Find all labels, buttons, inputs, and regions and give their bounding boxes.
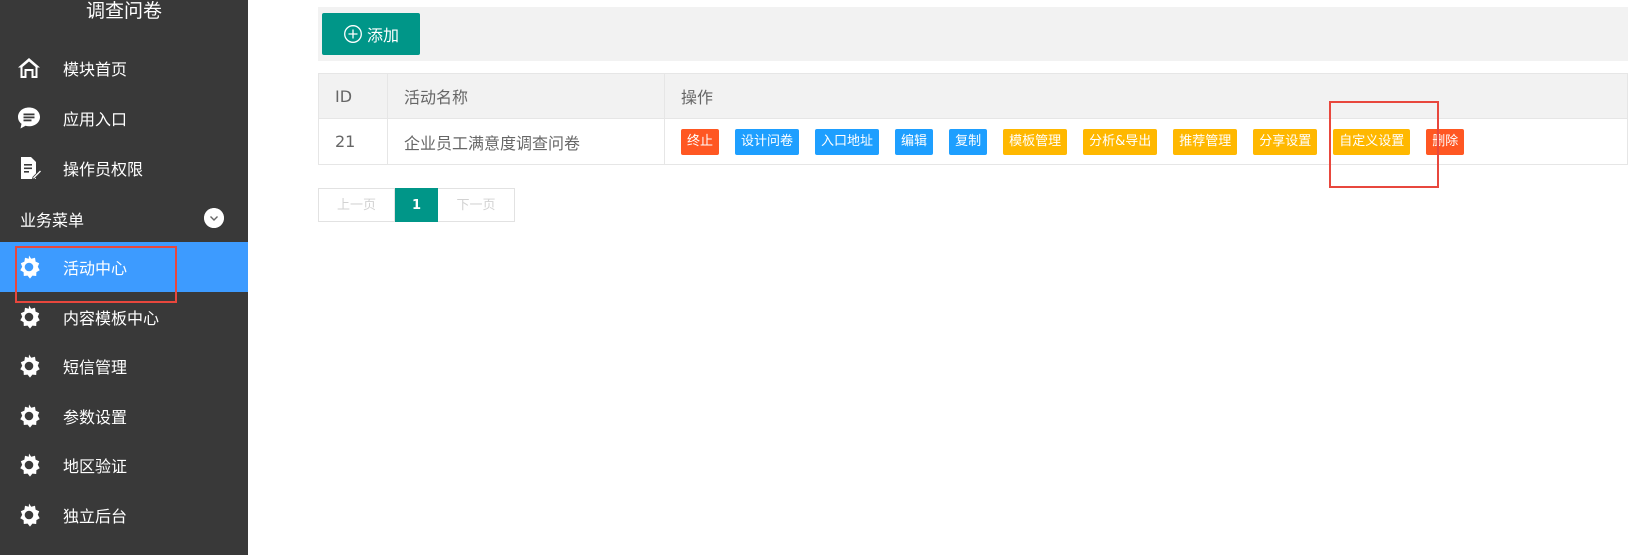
sidebar-item-parameters[interactable]: 参数设置: [0, 391, 248, 441]
cell-actions: 终止 设计问卷 入口地址 编辑 复制 模板管理 分析&导出 推荐管理 分享设置 …: [664, 118, 1628, 165]
sidebar-item-label: 独立后台: [63, 507, 128, 526]
main-content: 添加 ID 活动名称 操作 21 企业员工满意度调查问卷 终止 设计问卷 入口地…: [248, 0, 1628, 555]
stop-button[interactable]: 终止: [681, 128, 720, 155]
group-label: 业务菜单: [20, 211, 85, 230]
prev-page-button[interactable]: 上一页: [318, 188, 395, 222]
analyze-export-button[interactable]: 分析&导出: [1083, 128, 1158, 155]
sidebar-item-activity-center[interactable]: 活动中心: [0, 242, 248, 292]
table-row: 21 企业员工满意度调查问卷 终止 设计问卷 入口地址 编辑 复制 模板管理 分…: [318, 118, 1628, 165]
sidebar-item-app-entry[interactable]: 应用入口: [0, 93, 248, 143]
column-header-actions: 操作: [664, 73, 1628, 119]
add-button-label: 添加: [366, 28, 399, 45]
sidebar-item-label: 操作员权限: [63, 160, 144, 179]
template-manage-button[interactable]: 模板管理: [1003, 128, 1068, 155]
sidebar-item-label: 活动中心: [63, 259, 128, 278]
plus-circle-icon: [344, 25, 362, 43]
gear-icon: [20, 305, 40, 329]
next-page-button[interactable]: 下一页: [438, 188, 515, 222]
share-settings-button[interactable]: 分享设置: [1253, 128, 1318, 155]
current-page-button[interactable]: 1: [395, 188, 438, 222]
gear-icon: [20, 453, 40, 477]
entry-url-button[interactable]: 入口地址: [815, 128, 880, 155]
sidebar-item-content-templates[interactable]: 内容模板中心: [0, 292, 248, 342]
document-edit-icon: [21, 157, 42, 180]
home-icon: [18, 58, 40, 78]
sidebar-item-home[interactable]: 模块首页: [0, 43, 248, 93]
sidebar-item-sms[interactable]: 短信管理: [0, 341, 248, 391]
activity-table: ID 活动名称 操作 21 企业员工满意度调查问卷 终止 设计问卷 入口地址 编…: [318, 73, 1628, 165]
toolbar: 添加: [318, 7, 1628, 61]
cell-name: 企业员工满意度调查问卷: [387, 118, 665, 165]
sidebar-item-label: 地区验证: [63, 457, 128, 476]
sidebar-item-label: 参数设置: [63, 408, 128, 427]
delete-button[interactable]: 删除: [1426, 128, 1465, 155]
column-header-name: 活动名称: [387, 73, 665, 119]
gear-icon: [20, 503, 40, 527]
design-survey-button[interactable]: 设计问卷: [735, 128, 800, 155]
chevron-down-icon[interactable]: [204, 208, 224, 228]
gear-icon: [20, 404, 40, 428]
add-button[interactable]: 添加: [322, 13, 420, 55]
sidebar-item-operator-permissions[interactable]: 操作员权限: [0, 143, 248, 193]
sidebar-item-region-verify[interactable]: 地区验证: [0, 440, 248, 490]
column-header-id: ID: [318, 73, 388, 119]
sidebar-item-standalone-admin[interactable]: 独立后台: [0, 490, 248, 540]
gear-icon: [20, 255, 40, 279]
sidebar-title: 调查问卷: [85, 0, 162, 22]
recommend-manage-button[interactable]: 推荐管理: [1173, 128, 1238, 155]
sidebar-item-label: 应用入口: [63, 110, 128, 129]
sidebar-item-label: 模块首页: [63, 60, 128, 79]
cell-id: 21: [318, 118, 388, 165]
pagination: 上一页 1 下一页: [318, 188, 515, 222]
copy-button[interactable]: 复制: [949, 128, 988, 155]
sidebar-item-label: 短信管理: [63, 358, 128, 377]
business-menu-group[interactable]: 业务菜单: [0, 193, 248, 243]
table-header-row: ID 活动名称 操作: [318, 73, 1628, 119]
edit-button[interactable]: 编辑: [895, 128, 934, 155]
sidebar-item-label: 内容模板中心: [63, 309, 160, 328]
chat-bubble-icon: [18, 107, 40, 129]
sidebar: 调查问卷 模块首页 应用入口 操作员权限 业务菜单 活动中心 内容模板中心 短信…: [0, 0, 248, 555]
custom-settings-button[interactable]: 自定义设置: [1333, 128, 1411, 155]
gear-icon: [20, 354, 40, 378]
